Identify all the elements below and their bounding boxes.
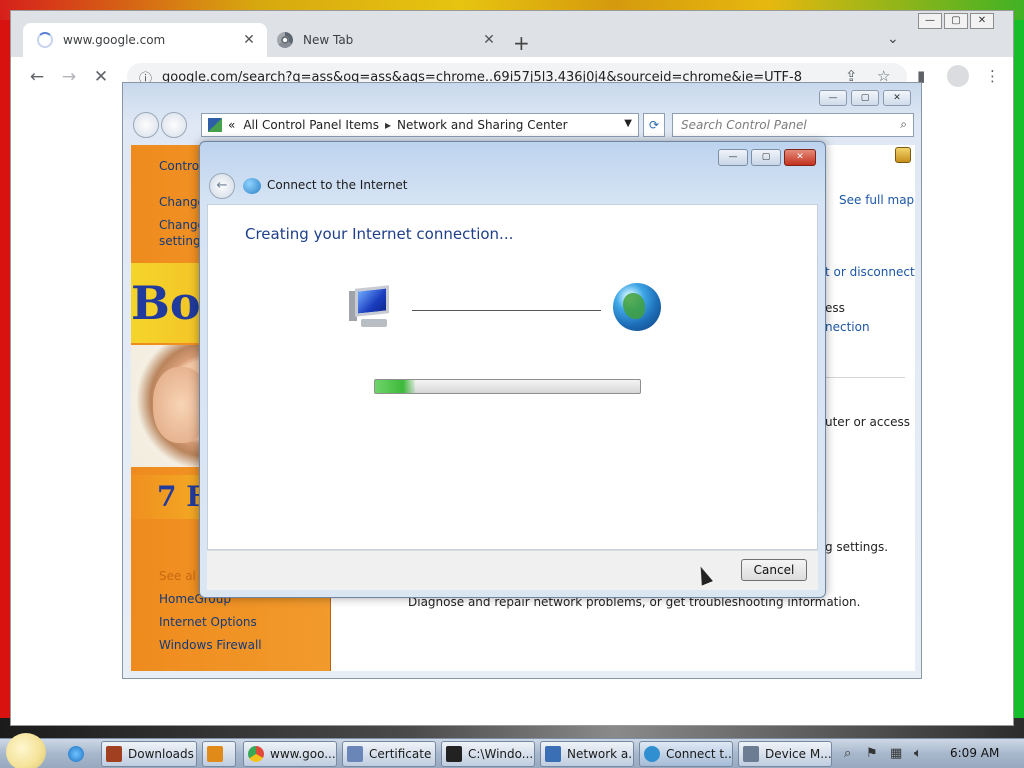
tab-close-icon[interactable]: ✕ [481, 32, 497, 48]
cancel-button[interactable]: Cancel [741, 559, 807, 581]
breadcrumb-all-items[interactable]: All Control Panel Items [243, 118, 379, 132]
connection-line [412, 310, 601, 311]
tab-strip: www.google.com ✕ New Tab ✕ + ⌄ — ▢ ✕ [11, 11, 1013, 57]
search-icon[interactable]: ⌕ [844, 746, 851, 761]
see-also-heading: See al [159, 569, 196, 583]
forward-icon[interactable]: → [59, 67, 79, 87]
control-panel-icon [545, 746, 561, 762]
tab-search-button[interactable]: ⌄ [887, 31, 899, 47]
see-full-map-link[interactable]: See full map [839, 193, 914, 207]
router-text: uter or access [825, 415, 910, 429]
taskbar-item-downloads[interactable]: Downloads [101, 741, 197, 767]
media-player-icon [207, 746, 223, 762]
close-button[interactable]: ✕ [970, 13, 994, 29]
chrome-window-controls: — ▢ ✕ [916, 13, 994, 29]
security-lock-icon [895, 147, 911, 163]
progress-bar [374, 379, 641, 394]
dialog-title: Connect to the Internet [267, 178, 408, 192]
back-icon[interactable]: ← [27, 67, 47, 87]
connect-disconnect-link[interactable]: t or disconnect [825, 265, 915, 279]
breadcrumb-network-center[interactable]: Network and Sharing Center [397, 118, 568, 132]
control-panel-icon [208, 118, 222, 132]
access-type-text: ess [825, 301, 845, 315]
minimize-button[interactable]: — [918, 13, 942, 29]
cmd-icon [446, 746, 462, 762]
dialog-footer: Cancel [207, 550, 818, 590]
chrome-icon [277, 32, 293, 48]
minimize-button[interactable]: — [819, 90, 847, 106]
dialog-body: Creating your Internet connection... [207, 204, 818, 550]
sidebar-link-windows-firewall[interactable]: Windows Firewall [159, 638, 262, 652]
volume-icon[interactable]: 🔈︎ [914, 746, 922, 761]
sidebar-link-internet-options[interactable]: Internet Options [159, 615, 257, 629]
ie-icon[interactable] [64, 741, 94, 767]
sidebar-link-control[interactable]: Control [159, 159, 202, 173]
network-wizard-icon [243, 178, 261, 194]
flag-icon[interactable]: ⚑ [866, 746, 878, 761]
tab-new-tab[interactable]: New Tab ✕ [267, 23, 507, 57]
taskbar-item-media[interactable] [202, 741, 236, 767]
tab-close-icon[interactable]: ✕ [241, 32, 257, 48]
maximize-button[interactable]: ▢ [751, 149, 781, 166]
profile-avatar-icon[interactable] [947, 65, 969, 87]
breadcrumb-prefix[interactable]: « [228, 118, 235, 132]
taskbar-item-cmd[interactable]: C:\Windo... [441, 741, 535, 767]
taskbar-item-chrome[interactable]: www.goo... [243, 741, 337, 767]
maximize-button[interactable]: ▢ [851, 90, 879, 106]
cp-address-bar[interactable]: « All Control Panel Items ▸ Network and … [201, 113, 639, 137]
network-icon[interactable]: ▦ [890, 746, 902, 761]
back-arrow-icon[interactable]: ← [209, 173, 235, 199]
search-placeholder: Search Control Panel [681, 118, 807, 132]
clock[interactable]: 6:09 AM [950, 746, 999, 760]
settings-text: g settings. [825, 540, 889, 554]
network-wizard-icon [644, 746, 660, 762]
cp-forward-button[interactable] [161, 112, 187, 138]
close-button[interactable]: ✕ [883, 90, 911, 106]
taskbar-item-certificate[interactable]: Certificate [342, 741, 436, 767]
device-manager-icon [743, 746, 759, 762]
folder-icon [106, 746, 122, 762]
dialog-heading: Creating your Internet connection... [245, 225, 514, 243]
globe-icon [613, 283, 661, 331]
chrome-icon [248, 746, 264, 762]
search-icon[interactable]: ⌕ [900, 117, 907, 132]
connect-dialog: — ▢ ✕ ← Connect to the Internet Creating… [199, 141, 826, 598]
stop-icon[interactable]: ✕ [91, 67, 111, 87]
taskbar-item-network[interactable]: Network a... [540, 741, 634, 767]
close-button[interactable]: ✕ [784, 149, 816, 166]
minimize-button[interactable]: — [718, 149, 748, 166]
tab-title: www.google.com [63, 33, 166, 47]
start-button[interactable] [6, 733, 46, 768]
new-tab-button[interactable]: + [513, 31, 530, 55]
computer-icon [349, 285, 399, 329]
document-icon [347, 746, 363, 762]
connection-link[interactable]: nection [825, 320, 870, 334]
dialog-window-controls: — ▢ ✕ [715, 149, 816, 166]
breadcrumb-arrow-icon[interactable]: ▸ [385, 118, 391, 132]
tab-google[interactable]: www.google.com ✕ [23, 23, 267, 57]
taskbar-item-connect[interactable]: Connect t... [639, 741, 733, 767]
taskbar: Downloads www.goo... Certificate C:\Wind… [0, 733, 1024, 768]
menu-icon[interactable]: ⋮ [985, 67, 1000, 85]
taskbar-item-device-manager[interactable]: Device M... [738, 741, 832, 767]
cp-back-button[interactable] [133, 112, 159, 138]
cp-window-controls: — ▢ ✕ [815, 90, 911, 106]
loading-spinner-icon [37, 32, 53, 48]
dropdown-arrow-icon[interactable]: ▼ [624, 118, 632, 129]
refresh-button[interactable]: ⟳ [643, 113, 665, 137]
cp-search-input[interactable]: Search Control Panel ⌕ [672, 113, 914, 137]
progress-fill [375, 380, 415, 393]
maximize-button[interactable]: ▢ [944, 13, 968, 29]
tab-title: New Tab [303, 33, 354, 47]
